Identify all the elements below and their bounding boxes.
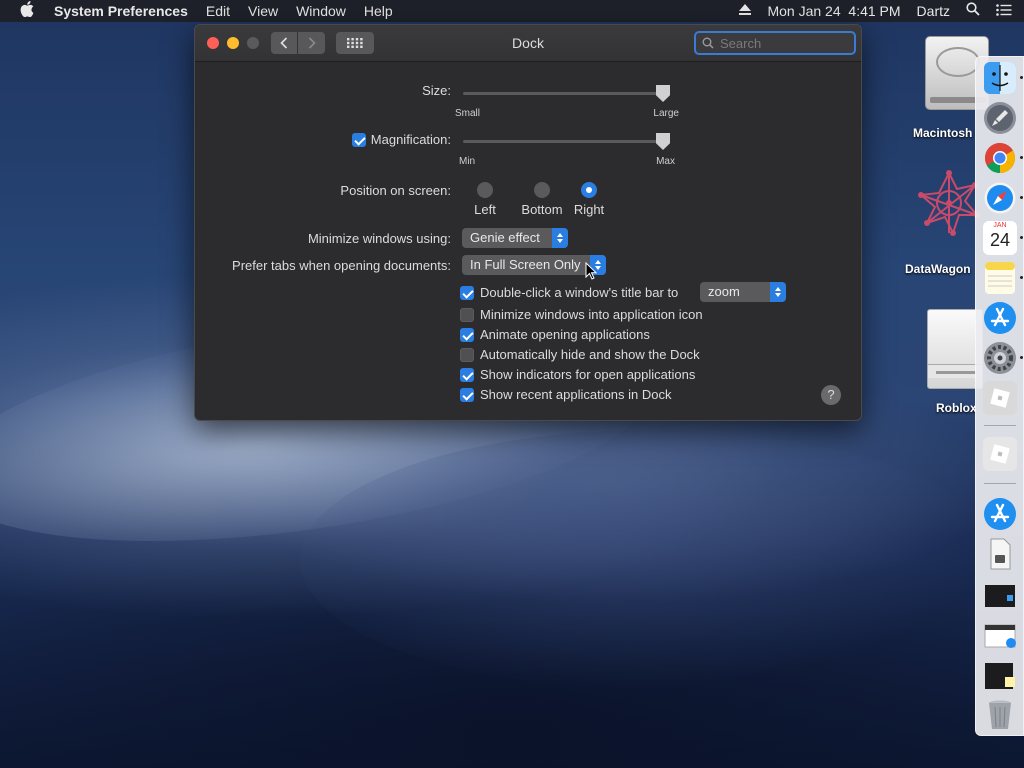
option-label[interactable]: Automatically hide and show the Dock [480, 347, 700, 362]
system-preferences-icon[interactable] [983, 341, 1023, 375]
dock: JAN 24 [975, 56, 1024, 736]
menu-window[interactable]: Window [287, 0, 355, 22]
size-min-label: Small [455, 108, 481, 119]
minimize-into-icon-checkbox[interactable] [460, 307, 474, 322]
option-label[interactable]: Show recent applications in Dock [480, 387, 672, 402]
popup-arrows-icon [552, 228, 568, 248]
menu-help[interactable]: Help [355, 0, 402, 22]
roblox-studio-icon[interactable] [983, 437, 1017, 471]
menu-bar: System Preferences Edit View Window Help… [0, 0, 1024, 22]
notes-icon[interactable] [983, 261, 1023, 295]
radio-label[interactable]: Bottom [521, 202, 562, 217]
magnification-min-label: Min [459, 156, 476, 167]
safari-window-icon[interactable] [983, 619, 1017, 653]
prefer-tabs-label: Prefer tabs when opening documents: [232, 258, 451, 273]
radio-dot[interactable] [581, 182, 597, 198]
menu-view[interactable]: View [239, 0, 287, 22]
menubar-clock[interactable]: Mon Jan 24 4:41 PM [759, 0, 908, 22]
position-right-radio[interactable]: Right [571, 182, 607, 217]
desktop-icon-label: Macintosh [913, 126, 973, 140]
apple-icon[interactable] [0, 1, 54, 21]
popup-value: Genie effect [470, 230, 540, 245]
menu-edit[interactable]: Edit [197, 0, 239, 22]
roblox-icon[interactable] [983, 381, 1017, 415]
double-click-checkbox[interactable] [460, 285, 474, 300]
animate-apps-checkbox[interactable] [460, 327, 474, 342]
option-label[interactable]: Animate opening applications [480, 327, 650, 342]
position-bottom-radio[interactable]: Bottom [519, 182, 565, 217]
position-radio-group: Left Bottom Right [469, 182, 607, 217]
double-click-label[interactable]: Double-click a window's title bar to [480, 285, 678, 300]
chrome-icon[interactable] [983, 141, 1023, 175]
autohide-dock-row: Automatically hide and show the Dock [460, 347, 700, 362]
search-field[interactable] [694, 31, 856, 55]
size-max-label: Large [653, 108, 679, 119]
size-label: Size: [422, 83, 451, 98]
show-recent-apps-checkbox[interactable] [460, 387, 474, 402]
magnification-checkbox[interactable] [351, 132, 366, 147]
datawagon-icon [917, 169, 981, 243]
slider-thumb[interactable] [656, 133, 670, 150]
window-thumbnail-icon[interactable] [983, 579, 1017, 613]
show-indicators-row: Show indicators for open applications [460, 367, 695, 382]
show-indicators-checkbox[interactable] [460, 367, 474, 382]
option-label[interactable]: Show indicators for open applications [480, 367, 695, 382]
position-left-radio[interactable]: Left [469, 182, 501, 217]
wallpaper-shadow [300, 430, 1000, 690]
slider-track [463, 92, 663, 95]
radio-label[interactable]: Left [474, 202, 496, 217]
dock-preferences-window: Dock Size: Small Large Magnification: Mi… [194, 24, 862, 421]
notes-window-icon[interactable] [983, 659, 1017, 693]
desktop-icon-label: Roblox [936, 401, 977, 415]
magnification-label[interactable]: Magnification: [371, 132, 451, 147]
calendar-month: JAN [993, 222, 1007, 229]
magnification-max-label: Max [656, 156, 675, 167]
autohide-dock-checkbox[interactable] [460, 347, 474, 362]
eject-icon[interactable] [731, 0, 759, 22]
search-input[interactable] [720, 35, 840, 51]
double-click-row: Double-click a window's title bar to [460, 285, 678, 300]
menu-system-preferences[interactable]: System Preferences [54, 0, 197, 22]
spotlight-icon[interactable] [958, 0, 988, 22]
animate-apps-row: Animate opening applications [460, 327, 650, 342]
safari-icon[interactable] [983, 181, 1023, 215]
calendar-icon[interactable]: JAN 24 [983, 221, 1023, 255]
mouse-cursor-icon [585, 261, 598, 285]
size-slider[interactable]: Small Large [455, 85, 679, 119]
magnification-row: Magnification: [351, 132, 451, 147]
document-icon[interactable] [983, 537, 1017, 571]
minimize-label: Minimize windows using: [307, 231, 451, 246]
search-icon [702, 37, 714, 49]
popup-arrows-icon [770, 282, 786, 302]
notification-center-icon[interactable] [988, 0, 1024, 22]
option-label[interactable]: Minimize windows into application icon [480, 307, 703, 322]
radio-dot[interactable] [477, 182, 493, 198]
radio-label[interactable]: Right [574, 202, 604, 217]
app-store-icon[interactable] [983, 301, 1017, 335]
slider-thumb[interactable] [656, 85, 670, 102]
minimize-effect-popup[interactable]: Genie effect [462, 228, 568, 248]
double-click-action-popup[interactable]: zoom [700, 282, 786, 302]
app-store-recent-icon[interactable] [983, 497, 1017, 531]
calendar-day: 24 [989, 230, 1011, 250]
popup-value: In Full Screen Only [470, 257, 581, 272]
launchpad-icon[interactable] [983, 101, 1017, 135]
window-titlebar[interactable]: Dock [195, 25, 861, 62]
finder-icon[interactable] [983, 61, 1023, 95]
position-label: Position on screen: [340, 183, 451, 198]
show-recent-apps-row: Show recent applications in Dock [460, 387, 672, 402]
magnification-slider[interactable]: Min Max [459, 133, 675, 167]
slider-track [463, 140, 663, 143]
menubar-user[interactable]: Dartz [909, 0, 958, 22]
minimize-into-icon-row: Minimize windows into application icon [460, 307, 703, 322]
desktop-icon-label: DataWagon [905, 262, 971, 276]
trash-icon[interactable] [983, 697, 1017, 731]
radio-dot[interactable] [534, 182, 550, 198]
popup-value: zoom [708, 284, 740, 299]
help-button[interactable]: ? [821, 385, 841, 405]
